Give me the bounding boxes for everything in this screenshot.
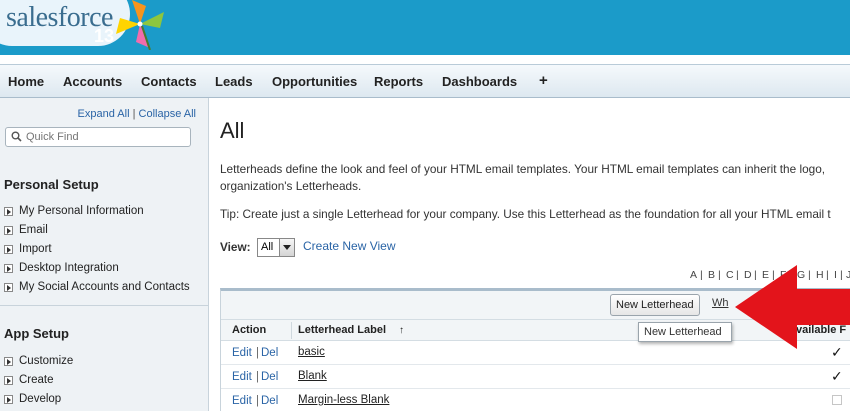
column-header-action: Action xyxy=(232,324,267,336)
expand-arrow-icon[interactable] xyxy=(4,244,13,254)
section-divider xyxy=(0,305,208,306)
tab-dashboards[interactable]: Dashboards xyxy=(442,74,517,89)
table-row: Edit | Del Margin-less Blank xyxy=(221,389,850,411)
app-header: salesforce 13 xyxy=(0,0,850,55)
view-select[interactable]: All xyxy=(257,238,295,257)
sidebar-item-label: Email xyxy=(19,224,48,236)
page-description: Letterheads define the look and feel of … xyxy=(220,161,850,195)
sidebar-item-label: Develop xyxy=(19,393,62,405)
alpha-filter-a[interactable]: A xyxy=(690,269,697,281)
alpha-filter-b[interactable]: B xyxy=(708,269,715,281)
edit-link[interactable]: Edit xyxy=(232,395,252,407)
sidebar-item-email[interactable]: Email xyxy=(4,224,48,236)
sort-ascending-icon: ↑ xyxy=(399,325,404,336)
sidebar-item-my-social-accounts[interactable]: My Social Accounts and Contacts xyxy=(4,281,190,293)
view-selected-value: All xyxy=(261,241,274,253)
description-line: Letterheads define the look and feel of … xyxy=(220,162,826,176)
expand-arrow-icon[interactable] xyxy=(4,375,13,385)
tab-reports[interactable]: Reports xyxy=(374,74,423,89)
list-header-link[interactable]: Wh xyxy=(712,297,729,309)
sidebar-item-desktop-integration[interactable]: Desktop Integration xyxy=(4,262,119,274)
expand-arrow-icon[interactable] xyxy=(4,356,13,366)
column-header-letterhead-label[interactable]: Letterhead Label xyxy=(298,324,386,336)
add-tab-icon[interactable]: + xyxy=(539,72,548,89)
checkmark-icon: ✓ xyxy=(831,368,843,384)
sidebar-item-develop[interactable]: Develop xyxy=(4,393,61,405)
sidebar-item-my-personal-information[interactable]: My Personal Information xyxy=(4,205,144,217)
page-title: All xyxy=(220,118,245,143)
personal-setup-heading: Personal Setup xyxy=(4,177,99,192)
app-setup-heading: App Setup xyxy=(4,326,69,341)
tip-text: Tip: Create just a single Letterhead for… xyxy=(220,207,831,221)
red-arrow-annotation-icon xyxy=(735,265,850,349)
unchecked-box-icon xyxy=(832,395,842,405)
letterhead-name-link[interactable]: Margin-less Blank xyxy=(298,394,389,406)
letterhead-name-link[interactable]: basic xyxy=(298,346,325,358)
quick-find-box[interactable] xyxy=(5,127,191,147)
column-divider xyxy=(291,322,292,339)
sidebar-item-label: Create xyxy=(19,374,54,386)
expand-arrow-icon[interactable] xyxy=(4,206,13,216)
letterhead-name-link[interactable]: Blank xyxy=(298,370,327,382)
tooltip: New Letterhead xyxy=(638,322,732,342)
sidebar-item-label: My Personal Information xyxy=(19,205,144,217)
expand-arrow-icon[interactable] xyxy=(4,263,13,273)
delete-link[interactable]: Del xyxy=(261,371,278,383)
tab-leads[interactable]: Leads xyxy=(215,74,253,89)
sidebar-item-customize[interactable]: Customize xyxy=(4,355,73,367)
table-row: Edit | Del Blank ✓ xyxy=(221,365,850,389)
search-icon xyxy=(11,131,22,142)
action-separator: | xyxy=(256,371,259,383)
expand-arrow-icon[interactable] xyxy=(4,394,13,404)
expand-arrow-icon[interactable] xyxy=(4,282,13,292)
view-label: View: xyxy=(220,240,251,254)
tab-accounts[interactable]: Accounts xyxy=(63,74,122,89)
new-letterhead-button[interactable]: New Letterhead xyxy=(610,294,700,316)
header-gap xyxy=(0,55,850,64)
collapse-all-link[interactable]: Collapse All xyxy=(139,108,196,120)
expand-collapse-links: Expand All | Collapse All xyxy=(78,108,196,120)
action-separator: | xyxy=(256,347,259,359)
sidebar-item-create[interactable]: Create xyxy=(4,374,54,386)
link-separator: | xyxy=(132,108,136,120)
pinwheel-icon xyxy=(116,0,164,50)
description-line: organization's Letterheads. xyxy=(220,179,362,193)
expand-arrow-icon[interactable] xyxy=(4,225,13,235)
delete-link[interactable]: Del xyxy=(261,395,278,407)
action-separator: | xyxy=(256,395,259,407)
sidebar-item-import[interactable]: Import xyxy=(4,243,52,255)
alpha-separator: | xyxy=(700,269,703,281)
tab-opportunities[interactable]: Opportunities xyxy=(272,74,357,89)
sidebar-item-label: Desktop Integration xyxy=(19,262,119,274)
sidebar-item-label: My Social Accounts and Contacts xyxy=(19,281,190,293)
expand-all-link[interactable]: Expand All xyxy=(78,108,130,120)
setup-sidebar: Expand All | Collapse All Personal Setup… xyxy=(0,98,209,411)
alpha-filter-c[interactable]: C xyxy=(726,269,734,281)
tab-contacts[interactable]: Contacts xyxy=(141,74,197,89)
tab-home[interactable]: Home xyxy=(8,74,44,89)
alpha-separator: | xyxy=(718,269,721,281)
sidebar-item-label: Import xyxy=(19,243,52,255)
delete-link[interactable]: Del xyxy=(261,347,278,359)
create-new-view-link[interactable]: Create New View xyxy=(303,239,395,253)
sidebar-item-label: Customize xyxy=(19,355,74,367)
tab-bar: Home Accounts Contacts Leads Opportuniti… xyxy=(0,64,850,98)
edit-link[interactable]: Edit xyxy=(232,347,252,359)
edit-link[interactable]: Edit xyxy=(232,371,252,383)
quick-find-input[interactable] xyxy=(26,130,186,144)
chevron-down-icon[interactable] xyxy=(279,239,294,256)
